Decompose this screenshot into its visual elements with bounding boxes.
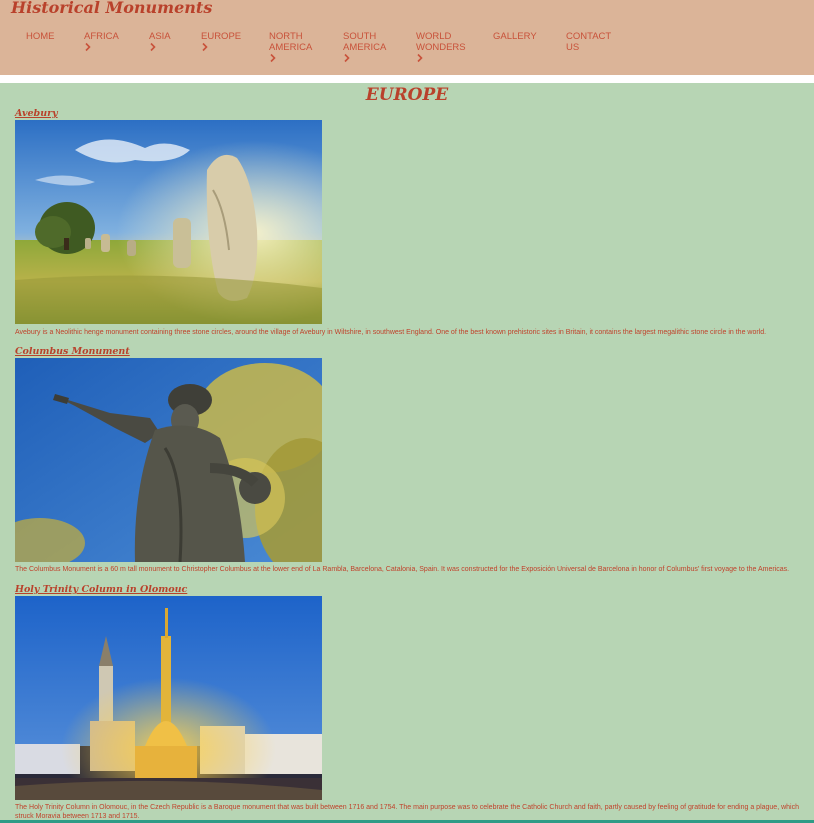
nav-item-label: GALLERY: [493, 31, 537, 42]
monument-description: The Holy Trinity Column in Olomouc, in t…: [15, 804, 799, 820]
nav-item-world-wonders[interactable]: WORLD WONDERS: [416, 31, 466, 65]
nav-item-label-2: WONDERS: [416, 42, 466, 53]
chevron-right-icon: [416, 53, 426, 65]
columbus-statue-photo: [15, 358, 322, 562]
chevron-right-icon: [269, 53, 279, 65]
nav-item-label: WORLD: [416, 31, 452, 42]
nav-item-label-2: US: [566, 42, 580, 53]
monument-title-holy-trinity[interactable]: Holy Trinity Column in Olomouc: [15, 584, 187, 596]
monument-title-avebury[interactable]: Avebury: [15, 108, 58, 120]
nav-item-label: AFRICA: [84, 31, 119, 42]
chevron-right-icon: [149, 42, 159, 54]
nav-item-europe[interactable]: EUROPE: [201, 31, 241, 54]
olomouc-column-night-photo: [15, 596, 322, 800]
nav-item-south-america[interactable]: SOUTH AMERICA: [343, 31, 386, 65]
nav-item-asia[interactable]: ASIA: [149, 31, 171, 54]
nav-item-label: ASIA: [149, 31, 171, 42]
nav-item-label: SOUTH: [343, 31, 377, 42]
nav-item-label: EUROPE: [201, 31, 242, 42]
chevron-right-icon: [201, 42, 211, 54]
chevron-right-icon: [84, 42, 94, 54]
nav-item-gallery[interactable]: GALLERY: [493, 31, 537, 42]
site-logo[interactable]: Historical Monuments: [11, 0, 212, 17]
nav-item-label: NORTH: [269, 31, 303, 42]
monument-description: The Columbus Monument is a 60 m tall mon…: [15, 566, 790, 573]
nav-item-label-2: AMERICA: [343, 42, 387, 53]
site-header: Historical Monuments HOME AFRICA ASIA EU…: [0, 0, 814, 75]
monument-title-columbus[interactable]: Columbus Monument: [15, 346, 130, 358]
nav-item-label: CONTACT: [566, 31, 612, 42]
nav-item-contact-us[interactable]: CONTACT US: [566, 31, 611, 53]
monument-description: Avebury is a Neolithic henge monument co…: [15, 329, 767, 336]
nav-item-label: HOME: [26, 31, 55, 42]
header-divider: [0, 75, 814, 83]
nav-item-africa[interactable]: AFRICA: [84, 31, 119, 54]
chevron-right-icon: [343, 53, 353, 65]
avebury-standing-stones-photo: [15, 120, 322, 324]
page-title: EUROPE: [365, 85, 449, 105]
nav-item-label-2: AMERICA: [269, 42, 313, 53]
nav-item-home[interactable]: HOME: [26, 31, 55, 42]
nav-item-north-america[interactable]: NORTH AMERICA: [269, 31, 312, 65]
